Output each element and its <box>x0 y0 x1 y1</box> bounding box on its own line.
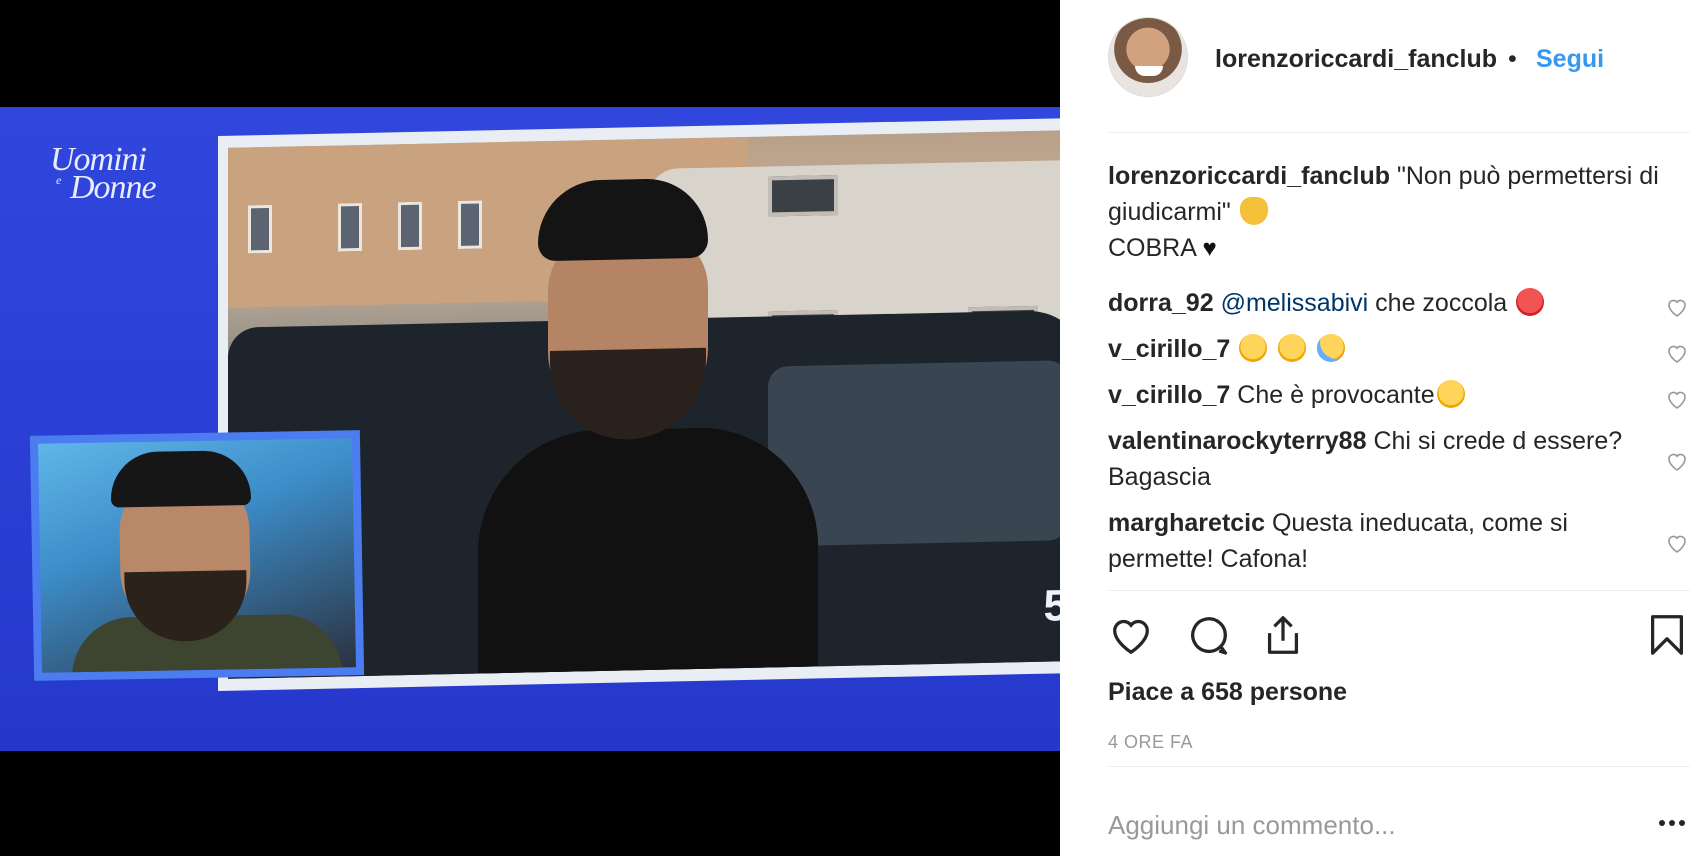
follow-button[interactable]: Segui <box>1536 45 1604 74</box>
caption-username[interactable]: lorenzoriccardi_fanclub <box>1108 162 1390 190</box>
comment-username[interactable]: dorra_92 <box>1108 289 1214 317</box>
kissing-face-emoji <box>1239 334 1268 362</box>
comments-list[interactable]: lorenzoriccardi_fanclub "Non può permett… <box>1108 158 1690 588</box>
comment-username[interactable]: v_cirillo_7 <box>1108 381 1230 409</box>
inset-frame <box>29 430 365 681</box>
divider <box>1108 132 1690 133</box>
show-logo-line2: Donne <box>70 169 157 206</box>
angry-face-emoji <box>1516 288 1545 316</box>
comment-like-heart-icon[interactable] <box>1664 387 1690 411</box>
add-comment-input[interactable] <box>1108 810 1628 841</box>
comment-item: valentinarockyterry88 Chi si crede d ess… <box>1108 423 1690 495</box>
avatar[interactable] <box>1108 17 1188 97</box>
action-bar <box>1108 612 1690 662</box>
kissing-face-emoji <box>1278 334 1307 362</box>
comment-item: v_cirillo_7 <box>1108 331 1690 367</box>
comment-item: margharetcic Questa ineducata, come si p… <box>1108 505 1690 577</box>
post-header: lorenzoriccardi_fanclub • Segui <box>1060 0 1700 132</box>
post-timestamp[interactable]: 4 ORE FA <box>1108 732 1193 753</box>
likes-count[interactable]: Piace a 658 persone <box>1108 678 1347 707</box>
divider <box>1108 766 1690 767</box>
inset-photo <box>38 438 356 673</box>
tv-broadcast-frame: Uomini e Donne 5 <box>0 107 1060 751</box>
heart-eyes-emoji <box>1436 380 1465 408</box>
comment-text: che zoccola <box>1375 289 1508 317</box>
sweat-face-emoji <box>1317 334 1346 362</box>
bookmark-icon[interactable] <box>1644 612 1690 658</box>
comment-like-heart-icon[interactable] <box>1664 341 1690 365</box>
separator-dot: • <box>1508 45 1517 73</box>
comment-like-heart-icon[interactable] <box>1664 531 1690 555</box>
clapping-hands-emoji <box>1239 197 1268 225</box>
comment-text: Che è provocante <box>1237 381 1435 409</box>
person-main <box>478 175 818 679</box>
comment-like-heart-icon[interactable] <box>1664 449 1690 473</box>
comment-username[interactable]: v_cirillo_7 <box>1108 335 1230 363</box>
heart-outline-icon[interactable] <box>1108 612 1154 658</box>
black-heart-emoji: ♥ <box>1202 235 1217 262</box>
show-logo: Uomini e Donne <box>50 143 210 206</box>
comment-mention[interactable]: @melissabivi <box>1221 289 1369 317</box>
share-upload-icon[interactable] <box>1260 612 1306 658</box>
speech-bubble-icon[interactable] <box>1186 612 1232 658</box>
comment-item: dorra_92 @melissabivi che zoccola <box>1108 285 1690 321</box>
comment-username[interactable]: valentinarockyterry88 <box>1108 427 1366 455</box>
comment-item: v_cirillo_7 Che è provocante <box>1108 377 1690 413</box>
ellipsis-icon[interactable] <box>1654 808 1690 838</box>
post-details-panel: lorenzoriccardi_fanclub • Segui lorenzor… <box>1060 0 1700 856</box>
post-caption: lorenzoriccardi_fanclub "Non può permett… <box>1108 158 1690 267</box>
show-logo-amp: e <box>56 173 62 187</box>
comment-username[interactable]: margharetcic <box>1108 509 1265 537</box>
channel-5-logo: 5 <box>1043 581 1060 631</box>
comment-like-heart-icon[interactable] <box>1664 295 1690 319</box>
header-username[interactable]: lorenzoriccardi_fanclub <box>1215 45 1497 74</box>
post-media[interactable]: Uomini e Donne 5 <box>0 0 1060 856</box>
divider <box>1108 590 1690 591</box>
caption-tag: COBRA <box>1108 234 1196 262</box>
